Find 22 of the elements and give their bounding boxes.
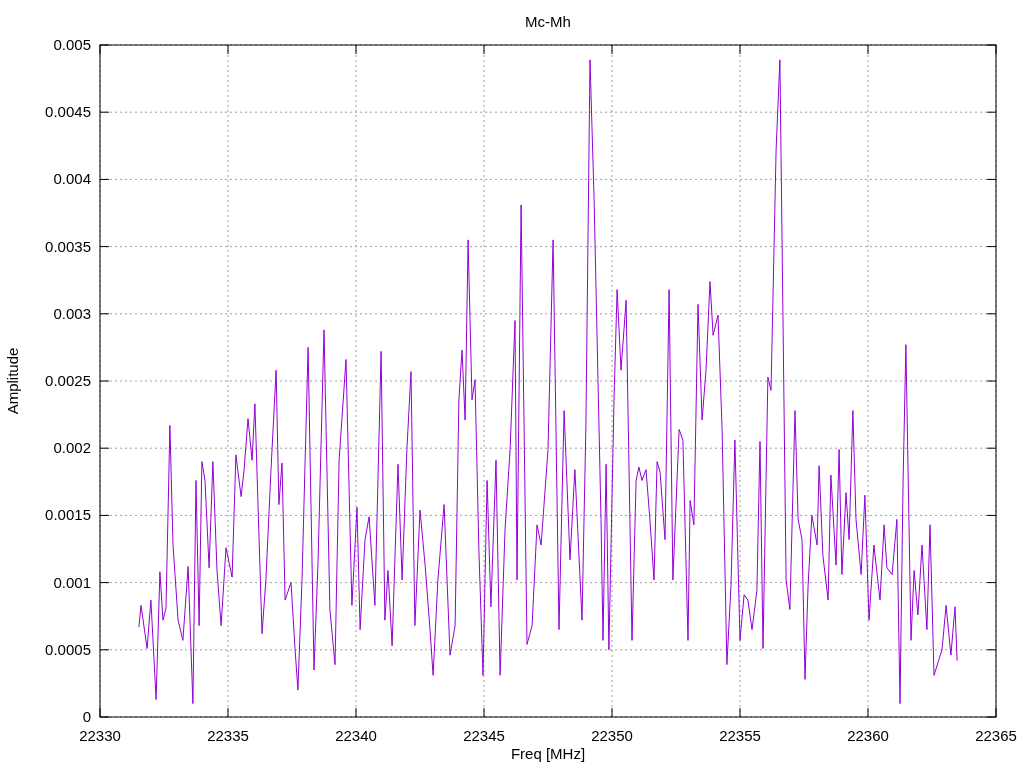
y-tick-label: 0.0015	[45, 506, 91, 524]
x-tick-label: 22330	[79, 727, 121, 744]
y-tick-label: 0.003	[53, 304, 91, 322]
y-tick-label: 0.0035	[45, 237, 91, 255]
x-tick-label: 22365	[975, 727, 1017, 744]
y-tick-label: 0.004	[53, 170, 91, 188]
x-tick-label: 22355	[719, 727, 761, 744]
y-tick-label: 0.002	[53, 439, 91, 457]
x-axis-label: Freq [MHz]	[510, 745, 586, 762]
chart-title: Mc-Mh	[525, 13, 571, 30]
y-tick-label: 0.0005	[45, 640, 91, 658]
y-axis-label: Amplitude	[4, 347, 21, 415]
x-tick-label: 22360	[847, 727, 889, 744]
x-tick-label: 22340	[335, 727, 377, 744]
y-tick-label: 0.0025	[45, 372, 91, 389]
y-tick-label: 0	[82, 708, 91, 725]
x-tick-label: 22345	[463, 727, 505, 744]
x-tick-label: 22335	[207, 727, 249, 744]
y-tick-label: 0.001	[53, 573, 91, 591]
x-tick-label: 22350	[591, 727, 633, 744]
y-tick-label: 0.005	[53, 36, 91, 53]
y-tick-label: 0.0045	[45, 103, 91, 121]
